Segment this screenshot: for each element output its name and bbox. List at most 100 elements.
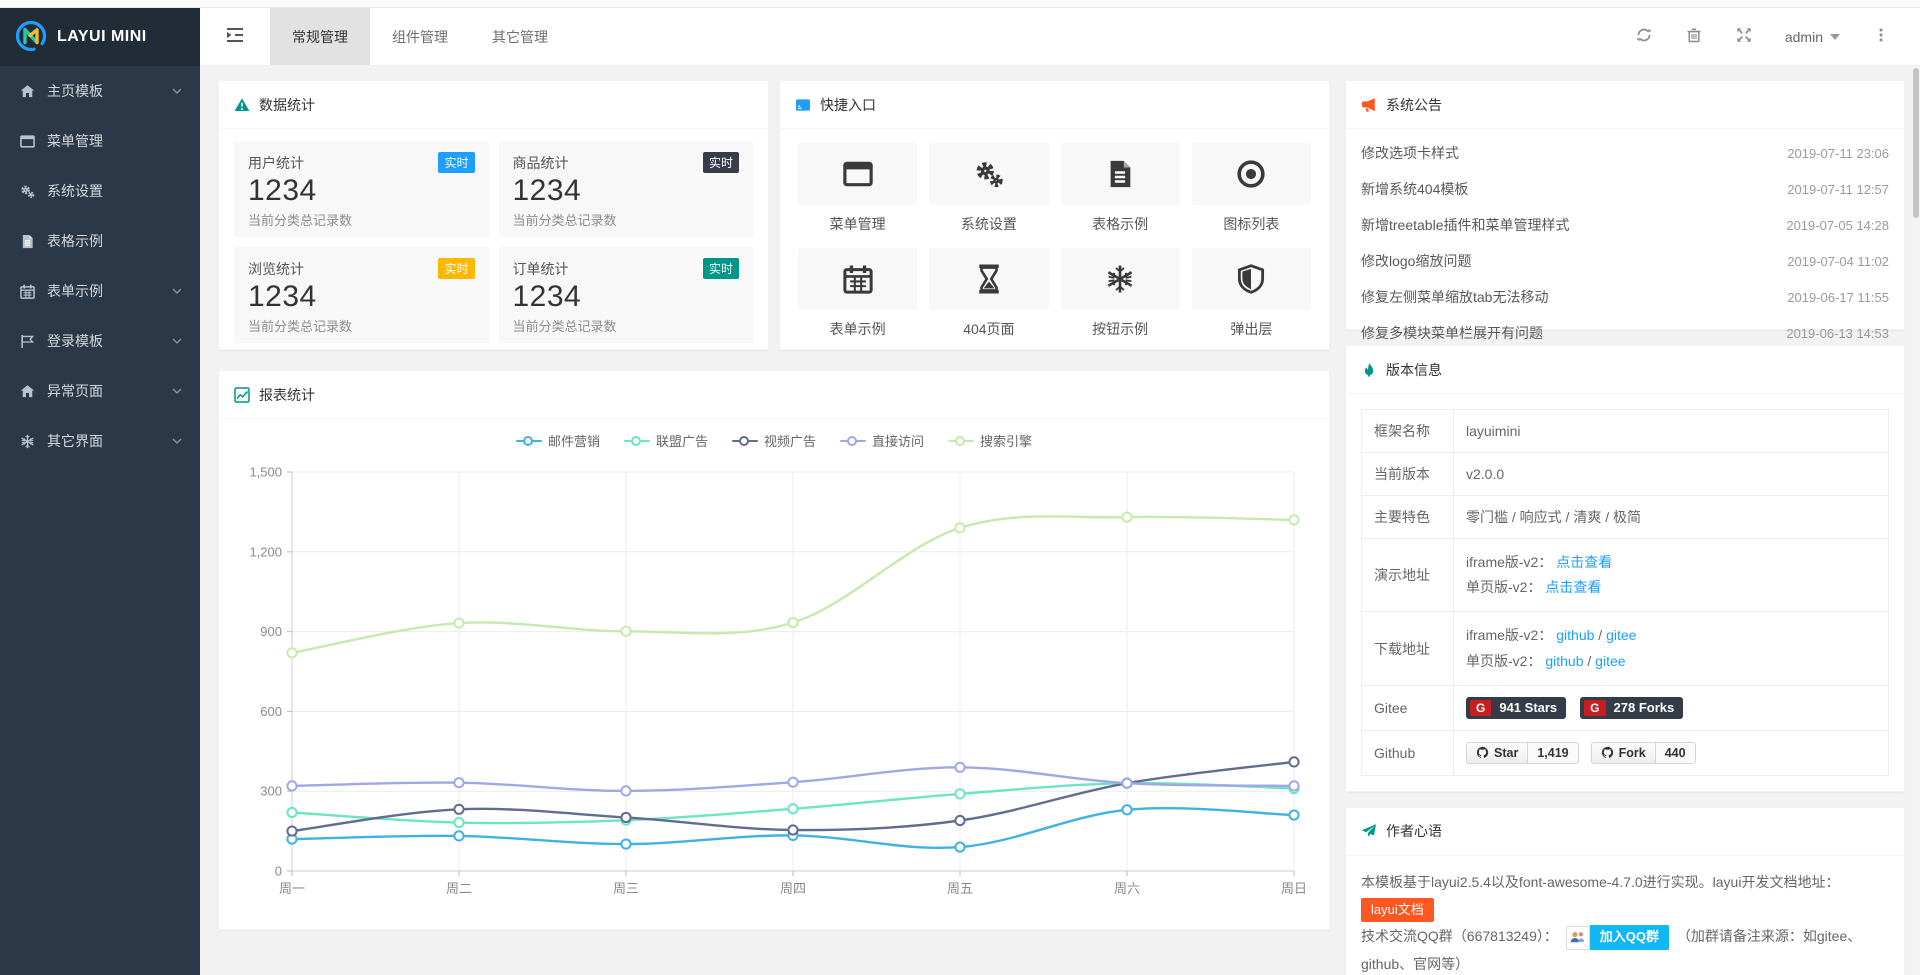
stat-label: 用户统计 — [248, 153, 304, 173]
user-menu[interactable]: admin — [1769, 29, 1856, 45]
quick-entry-box — [798, 248, 917, 310]
scrollbar-thumb[interactable] — [1913, 68, 1919, 218]
notice-date: 2019-06-17 11:55 — [1787, 290, 1889, 305]
legend-item-3[interactable]: 直接访问 — [840, 431, 924, 450]
window-icon — [20, 134, 37, 149]
quick-entries: 菜单管理系统设置表格示例图标列表表单示例 404页面按钮示例弹出层 — [780, 129, 1329, 353]
github-button-label: Star — [1494, 746, 1518, 760]
legend-label: 邮件营销 — [548, 431, 600, 450]
link-separator: / — [1598, 627, 1602, 643]
legend-label: 视频广告 — [764, 431, 816, 450]
quick-entry-1[interactable]: 系统设置 — [929, 143, 1048, 234]
github-badge: Fork440 — [1591, 742, 1696, 764]
sidebar-item-0[interactable]: 主页模板 — [0, 66, 200, 116]
stat-label: 浏览统计 — [248, 259, 304, 279]
quick-entry-5[interactable]: 404页面 — [929, 248, 1048, 339]
notice-text: 新增treetable插件和菜单管理样式 — [1361, 215, 1569, 235]
legend-item-4[interactable]: 搜索引擎 — [948, 431, 1032, 450]
github-button[interactable]: Fork — [1591, 742, 1656, 764]
version-cell: iframe版-v2： github / gitee单页版-v2： github… — [1454, 612, 1889, 685]
chevron-down-icon — [172, 438, 182, 445]
layui-mini-logo-icon — [14, 19, 48, 56]
quick-entry-7[interactable]: 弹出层 — [1192, 248, 1311, 339]
sidebar-item-label: 系统设置 — [47, 181, 182, 201]
quick-entry-0[interactable]: 菜单管理 — [798, 143, 917, 234]
github-count[interactable]: 440 — [1656, 742, 1696, 764]
stat-value: 1234 — [513, 174, 740, 208]
calendar-icon — [843, 264, 873, 294]
github-count[interactable]: 1,419 — [1528, 742, 1578, 764]
quick-entry-3[interactable]: 图标列表 — [1192, 143, 1311, 234]
version-cell: G941 Stars G278 Forks — [1454, 685, 1889, 730]
link[interactable]: gitee — [1606, 627, 1636, 643]
legend-item-1[interactable]: 联盟广告 — [624, 431, 708, 450]
sidebar-item-1[interactable]: 菜单管理 — [0, 116, 200, 166]
svg-text:600: 600 — [260, 704, 282, 719]
version-label: Gitee — [1362, 685, 1454, 730]
quick-entry-6[interactable]: 按钮示例 — [1061, 248, 1180, 339]
page-scrollbar[interactable] — [1912, 66, 1920, 975]
sidebar-menu: 主页模板菜单管理系统设置表格示例表单示例登录模板异常页面其它界面 — [0, 66, 200, 466]
fullscreen-button[interactable] — [1719, 8, 1769, 66]
sidebar-item-3[interactable]: 表格示例 — [0, 216, 200, 266]
flame-icon — [1361, 362, 1377, 378]
sidebar-item-5[interactable]: 登录模板 — [0, 316, 200, 366]
sidebar-item-2[interactable]: 系统设置 — [0, 166, 200, 216]
stat-desc: 当前分类总记录数 — [513, 210, 740, 229]
panel-title-text: 数据统计 — [259, 95, 315, 115]
notice-item-0[interactable]: 修改选项卡样式2019-07-11 23:06 — [1361, 135, 1889, 171]
notice-item-2[interactable]: 新增treetable插件和菜单管理样式2019-07-05 14:28 — [1361, 207, 1889, 243]
notice-text: 修改选项卡样式 — [1361, 143, 1459, 163]
quick-entry-label: 菜单管理 — [798, 214, 917, 234]
notice-item-3[interactable]: 修改logo缩放问题2019-07-04 11:02 — [1361, 243, 1889, 279]
link-prefix: 单页版-v2： — [1466, 579, 1541, 595]
notice-text: 修改logo缩放问题 — [1361, 251, 1471, 271]
legend-item-0[interactable]: 邮件营销 — [516, 431, 600, 450]
clear-cache-button[interactable] — [1669, 8, 1719, 66]
legend-marker — [948, 435, 974, 447]
stat-label: 商品统计 — [513, 153, 569, 173]
gitee-badge[interactable]: G278 Forks — [1580, 697, 1683, 719]
svg-text:周日: 周日 — [1281, 881, 1307, 896]
quick-entry-2[interactable]: 表格示例 — [1061, 143, 1180, 234]
user-name: admin — [1785, 29, 1823, 45]
sidebar-item-4[interactable]: 表单示例 — [0, 266, 200, 316]
legend-marker — [516, 435, 542, 447]
version-cell: Star 1,419 Fork440 — [1454, 730, 1889, 775]
github-button[interactable]: Star — [1466, 742, 1528, 764]
github-icon — [1476, 746, 1489, 759]
link[interactable]: 点击查看 — [1556, 554, 1612, 570]
status-badge: 实时 — [703, 258, 739, 279]
notice-item-1[interactable]: 新增系统404模板2019-07-11 12:57 — [1361, 171, 1889, 207]
gitee-badge[interactable]: G941 Stars — [1466, 697, 1566, 719]
stat-card-2: 浏览统计实时1234当前分类总记录数 — [234, 247, 489, 343]
sidebar-item-6[interactable]: 异常页面 — [0, 366, 200, 416]
github-icon — [1601, 746, 1614, 759]
legend-item-2[interactable]: 视频广告 — [732, 431, 816, 450]
notice-item-4[interactable]: 修复左侧菜单缩放tab无法移动2019-06-17 11:55 — [1361, 279, 1889, 315]
link[interactable]: 点击查看 — [1545, 579, 1601, 595]
link[interactable]: github — [1556, 627, 1594, 643]
logo[interactable]: LAYUI MINI — [0, 8, 200, 66]
collapse-sidebar-button[interactable] — [200, 8, 270, 65]
layui-doc-button[interactable]: layui文档 — [1361, 898, 1434, 922]
version-label: 主要特色 — [1362, 496, 1454, 539]
more-menu-button[interactable] — [1856, 8, 1906, 66]
panel-title-report: 报表统计 — [219, 371, 1329, 419]
sidebar-item-7[interactable]: 其它界面 — [0, 416, 200, 466]
quick-entry-label: 404页面 — [929, 319, 1048, 339]
gears-icon — [974, 159, 1004, 189]
tab-0[interactable]: 常规管理 — [270, 8, 370, 65]
stat-desc: 当前分类总记录数 — [248, 210, 475, 229]
tab-1[interactable]: 组件管理 — [370, 8, 470, 65]
quick-entry-4[interactable]: 表单示例 — [798, 248, 917, 339]
tab-2[interactable]: 其它管理 — [470, 8, 570, 65]
join-qq-button[interactable]: 加入QQ群 — [1566, 925, 1669, 950]
version-row: 框架名称layuimini — [1362, 410, 1889, 453]
link[interactable]: gitee — [1595, 653, 1625, 669]
kebab-menu-icon — [1873, 27, 1889, 46]
link[interactable]: github — [1545, 653, 1583, 669]
version-value: layuimini — [1466, 423, 1520, 439]
refresh-button[interactable] — [1619, 8, 1669, 66]
paper-plane-icon — [1361, 823, 1377, 839]
